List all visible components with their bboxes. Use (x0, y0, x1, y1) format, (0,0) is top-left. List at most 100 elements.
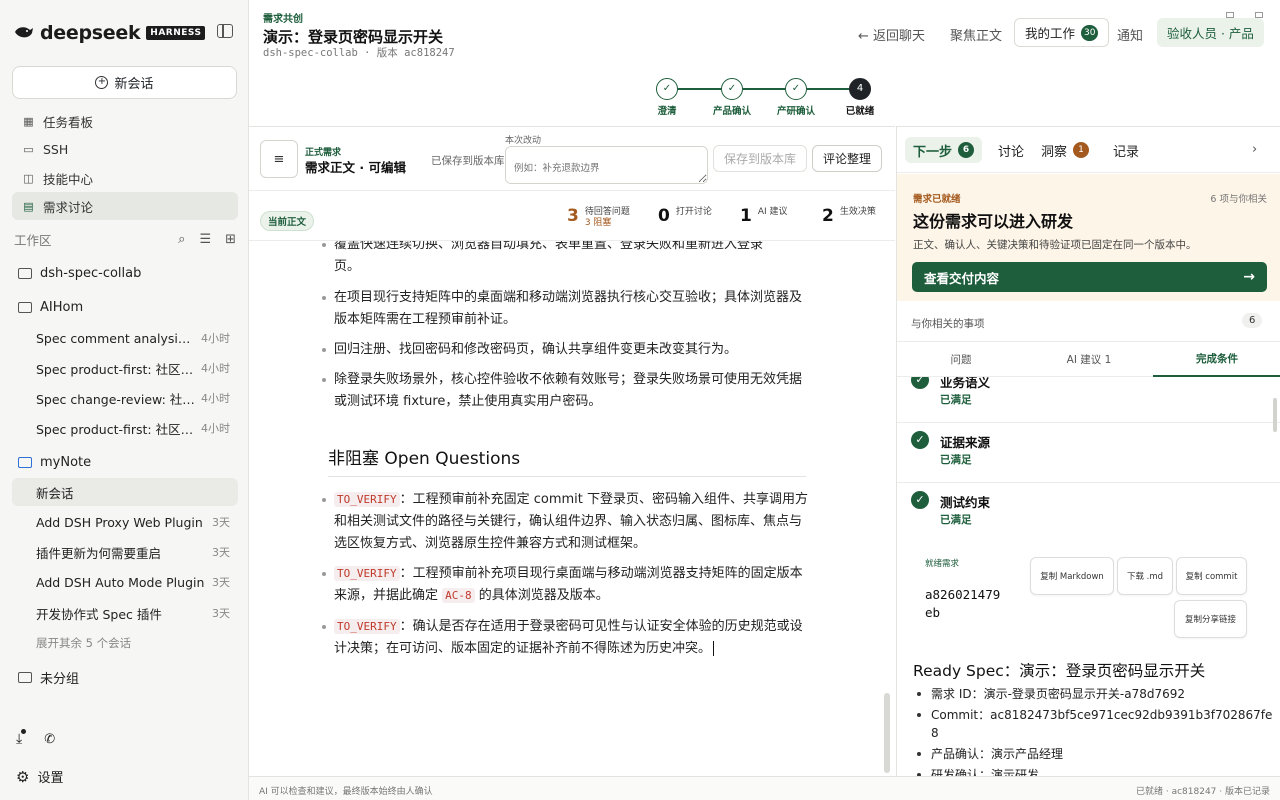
stat-label: 生效决策 (839, 207, 876, 217)
condition-name: 业务语义 (940, 377, 991, 390)
tab-next-step[interactable]: 下一步 6 (905, 137, 983, 163)
stat-effective-decisions[interactable]: 2 生效决策 (822, 207, 876, 225)
conditions-list[interactable]: ✓ 业务语义 已满足 ✓ 证据来源 已满足 ✓ 测试约束 已满足 (897, 377, 1280, 537)
tab-count-badge: 1 (1073, 142, 1090, 158)
skills-icon: ◫ (23, 171, 34, 185)
folder-label: 未分组 (40, 672, 80, 687)
logo-badge: HARNESS (146, 26, 206, 40)
editor-scrollbar[interactable] (884, 693, 890, 773)
conversation-item[interactable]: Spec change-review: 社区... 4小时 (12, 384, 238, 412)
list-item-text: 的具体浏览器及版本。 (474, 588, 609, 603)
view-delivery-button[interactable]: 查看交付内容 → (912, 262, 1267, 292)
phone-icon[interactable]: ✆ (44, 732, 55, 747)
folder-aihom[interactable]: AIHom (18, 300, 83, 315)
step-connector (807, 88, 849, 90)
conversation-item[interactable]: Add DSH Proxy Web Plugin 3天 (12, 508, 238, 536)
conversation-time: 3天 (212, 546, 230, 559)
sidebar-toggle-icon[interactable] (217, 24, 233, 38)
conversation-item[interactable]: Spec comment analysis: ... 4小时 (12, 324, 238, 352)
stat-label: 打开讨论 (675, 207, 712, 217)
check-circle-icon: ✓ (911, 491, 929, 509)
folder-mynote[interactable]: myNote (18, 455, 91, 470)
sidebar-item-discussion[interactable]: ▤ 需求讨论 (12, 192, 238, 220)
copy-markdown-button[interactable]: 复制 Markdown (1030, 557, 1114, 595)
conversation-time: 4小时 (201, 332, 230, 345)
stat-ai-suggestions[interactable]: 1 AI 建议 (740, 207, 788, 225)
outline-menu-button[interactable]: ≡ (260, 140, 298, 178)
app-logo[interactable]: deepseek HARNESS (14, 22, 206, 44)
step-ready-icon[interactable]: 4 (849, 78, 871, 100)
arrow-right-icon: → (1243, 269, 1255, 285)
stat-open-questions[interactable]: 3 待回答问题 3 阻塞 (567, 207, 630, 229)
focus-body-link[interactable]: 聚焦正文 (950, 25, 1002, 44)
editor-body[interactable]: 覆盖快速连续切换、浏览器自动填充、表单重置、登录失败和重新进入登录 页。 在项目… (249, 241, 895, 777)
subtab-completion[interactable]: 完成条件 (1153, 342, 1280, 377)
save-status: 已保存到版本库 (431, 155, 505, 167)
sidebar-item-kanban[interactable]: ▦ 任务看板 (12, 107, 238, 135)
role-button[interactable]: 验收人员 · 产品 (1157, 18, 1264, 47)
status-left: AI 可以检查和建议，最终版本始终由人确认 (259, 787, 433, 797)
step-label: 产研确认 (776, 106, 816, 117)
copy-share-link-button[interactable]: 复制分享链接 (1174, 600, 1247, 638)
save-to-repo-button[interactable]: 保存到版本库 (713, 145, 807, 172)
search-icon[interactable]: ⌕ (178, 232, 185, 247)
stat-open-discussions[interactable]: 0 打开讨论 (658, 207, 712, 225)
my-work-button[interactable]: 我的工作 30 (1014, 18, 1110, 47)
folder-ungrouped[interactable]: 未分组 (18, 668, 79, 687)
panel-tabs: 下一步 6 讨论 洞察 1 记录 › (897, 127, 1280, 173)
download-icon[interactable]: ⤓ (16, 729, 27, 747)
tab-discussion[interactable]: 讨论 (990, 137, 1032, 163)
spec-id: a826021479eb (925, 587, 1001, 620)
minimize-icon[interactable] (1226, 12, 1234, 18)
sidebar-item-skills[interactable]: ◫ 技能中心 (12, 164, 238, 192)
list-item: 在项目现行支持矩阵中的桌面端和移动端浏览器执行核心交互验收；具体浏览器及版本矩阵… (322, 287, 809, 331)
notifications-link[interactable]: 通知 (1117, 25, 1143, 44)
conversation-time: 3天 (212, 607, 230, 620)
step-label: 已就绪 (845, 106, 875, 117)
condition-item: ✓ 证据来源 已满足 (897, 423, 1280, 483)
download-md-button[interactable]: 下载 .md (1117, 557, 1173, 595)
maximize-icon[interactable] (1255, 12, 1263, 18)
conversation-item[interactable]: Add DSH Auto Mode Plugin 3天 (12, 568, 238, 596)
conversation-item[interactable]: Spec product-first: 社区二期 4小时 (12, 414, 238, 442)
expand-more-link[interactable]: 展开其余 5 个会话 (36, 635, 131, 651)
sidebar-item-label: 技能中心 (43, 171, 94, 187)
copy-commit-button[interactable]: 复制 commit (1176, 557, 1247, 595)
step-product-icon[interactable]: ✓ (721, 78, 743, 100)
tab-insight[interactable]: 洞察 1 (1033, 137, 1097, 163)
conversation-item[interactable]: 开发协作式 Spec 插件 3天 (12, 599, 238, 627)
conversation-item[interactable]: Spec product-first: 社区二期 4小时 (12, 354, 238, 382)
new-folder-icon[interactable]: ⊞ (225, 232, 236, 247)
list-item: Commit：ac8182473bf5ce971cec92db9391b3f70… (913, 706, 1273, 742)
workspace-header: 工作区 ⌕ ☰ ⊞ (14, 230, 236, 249)
step-connector (743, 88, 785, 90)
stat-number: 2 (822, 206, 834, 226)
chevron-right-icon[interactable]: › (1252, 142, 1257, 157)
conversation-item[interactable]: 插件更新为何需要重启 3天 (12, 538, 238, 566)
stat-sub: 3 阻塞 (584, 218, 612, 228)
progress-stepper: ✓ ✓ ✓ 4 澄清 产品确认 产研确认 已就绪 (656, 78, 882, 118)
panel-scrollbar[interactable] (1273, 398, 1277, 432)
conversation-item-active[interactable]: 新会话 (12, 478, 238, 506)
change-note-label: 本次改动 (505, 136, 542, 146)
list-item: TO_VERIFY ：工程预审前补充项目现行桌面端与移动端浏览器支持矩阵的固定版本… (322, 563, 809, 607)
settings-button[interactable]: ⚙ 设置 (16, 767, 63, 787)
new-chat-button[interactable]: + 新会话 (12, 66, 237, 99)
back-to-chat-link[interactable]: ← 返回聊天 (858, 25, 925, 44)
sidebar-item-ssh[interactable]: ▭ SSH (12, 135, 238, 163)
step-clarify-icon[interactable]: ✓ (656, 78, 678, 100)
subtab-questions[interactable]: 问题 (897, 342, 1025, 377)
folder-open-icon (18, 302, 32, 313)
step-rd-icon[interactable]: ✓ (785, 78, 807, 100)
conversation-time: 3天 (212, 516, 230, 529)
breadcrumb[interactable]: 需求共创 (263, 10, 303, 25)
folder-dsh-spec-collab[interactable]: dsh-spec-collab (18, 266, 141, 281)
subtab-ai-suggestions[interactable]: AI 建议 1 (1025, 342, 1153, 377)
filter-icon[interactable]: ☰ (199, 232, 211, 247)
tidy-comments-button[interactable]: 评论整理 (812, 145, 882, 172)
tab-record[interactable]: 记录 (1105, 137, 1147, 163)
stat-number: 0 (658, 206, 670, 226)
change-note-input[interactable] (505, 146, 708, 184)
list-item: 覆盖快速连续切换、浏览器自动填充、表单重置、登录失败和重新进入登录 页。 (322, 241, 809, 278)
condition-status: 已满足 (940, 514, 972, 526)
